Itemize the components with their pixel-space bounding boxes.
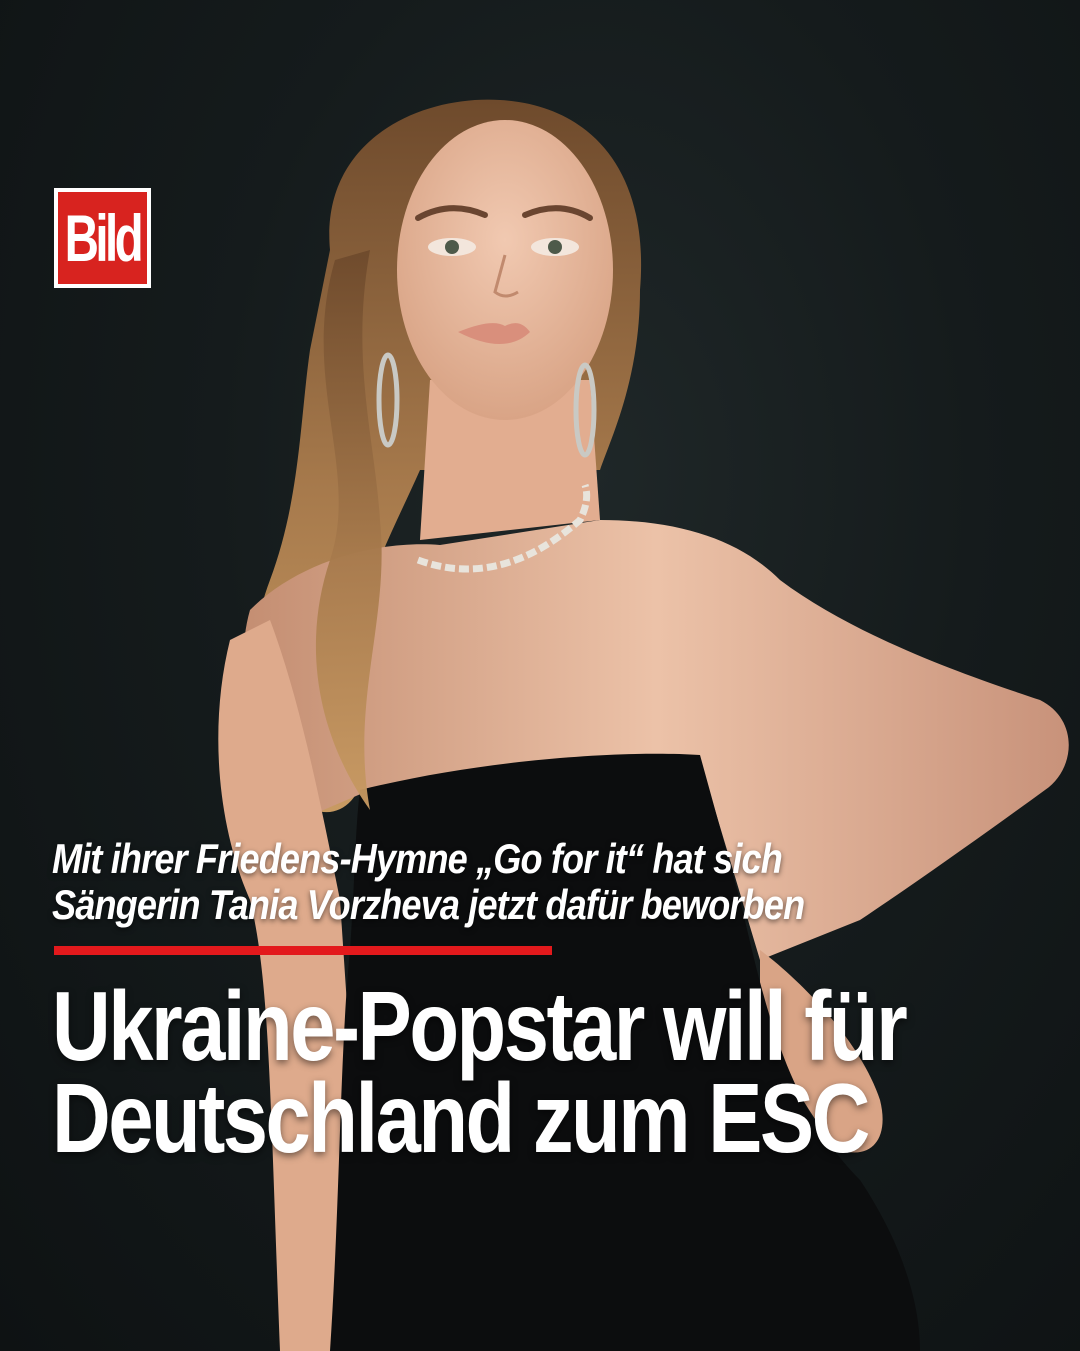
bild-logo[interactable]: Bild	[54, 188, 151, 288]
kicker-line-1: Mit ihrer Friedens-Hymne „Go for it“ hat…	[52, 835, 783, 882]
kicker-line-2: Sängerin Tania Vorzheva jetzt dafür bewo…	[52, 881, 805, 928]
headline-line-2: Deutschland zum ESC	[52, 1063, 870, 1173]
bild-logo-text: Bild	[64, 201, 144, 275]
bild-logo-red-box: Bild	[58, 192, 147, 284]
red-divider	[54, 946, 552, 955]
headline: Ukraine-Popstar will für Deutschland zum…	[52, 971, 1062, 1173]
kicker-text: Mit ihrer Friedens-Hymne „Go for it“ hat…	[52, 836, 1052, 928]
headline-line-1: Ukraine-Popstar will für	[52, 971, 908, 1081]
post-canvas: Bild Mit ihrer Friedens-Hymne „Go for it…	[0, 0, 1080, 1351]
